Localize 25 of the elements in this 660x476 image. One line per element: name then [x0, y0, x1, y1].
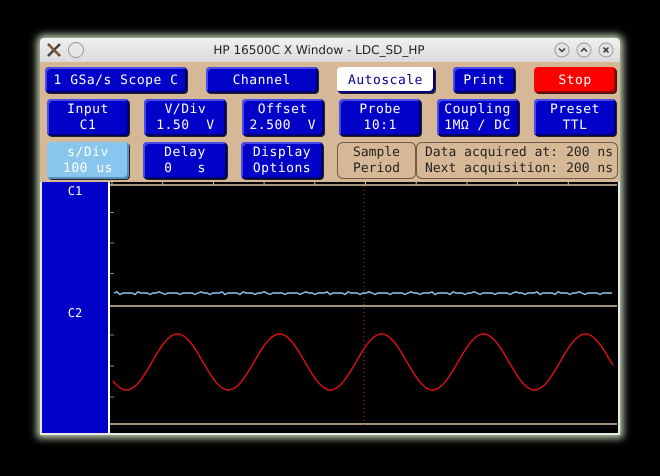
- acquisition-value: 200 ns: [566, 144, 614, 160]
- channel-label[interactable]: C1: [68, 184, 82, 198]
- close-icon[interactable]: [598, 42, 614, 58]
- acquisition-label: Data acquired at:: [425, 144, 558, 160]
- toolbar-button[interactable]: Print: [453, 67, 516, 93]
- toolbar-button[interactable]: Channel: [206, 67, 318, 93]
- maximize-icon[interactable]: [576, 42, 592, 58]
- setting-button[interactable]: Coupling 1MΩ / DC: [436, 99, 519, 136]
- toolbar-button[interactable]: Stop: [534, 67, 616, 93]
- window-title: HP 16500C X Window - LDC_SD_HP: [212, 43, 426, 57]
- setting-button[interactable]: Input C1: [47, 99, 129, 136]
- x-logo-icon: [46, 42, 62, 58]
- setting-button[interactable]: Probe 10:1: [339, 99, 422, 136]
- acquisition-label: Next acquisition:: [425, 160, 558, 176]
- setting-button[interactable]: Delay 0 s: [143, 142, 227, 179]
- channel-label[interactable]: C2: [68, 306, 82, 320]
- toolbar-button[interactable]: Autoscale: [336, 67, 434, 93]
- toolbar-button[interactable]: 1 GSa/s Scope C: [45, 67, 187, 93]
- setting-button[interactable]: Offset 2.500 V: [242, 99, 324, 136]
- setting-button[interactable]: Preset TTL: [534, 99, 616, 136]
- setting-button[interactable]: V/Div 1.50 V: [144, 99, 226, 136]
- acquisition-value: 200 ns: [566, 160, 614, 176]
- minimize-icon[interactable]: [554, 42, 570, 58]
- sample-period-label: Sample Period: [337, 142, 416, 179]
- setting-button[interactable]: Display Options: [241, 142, 323, 179]
